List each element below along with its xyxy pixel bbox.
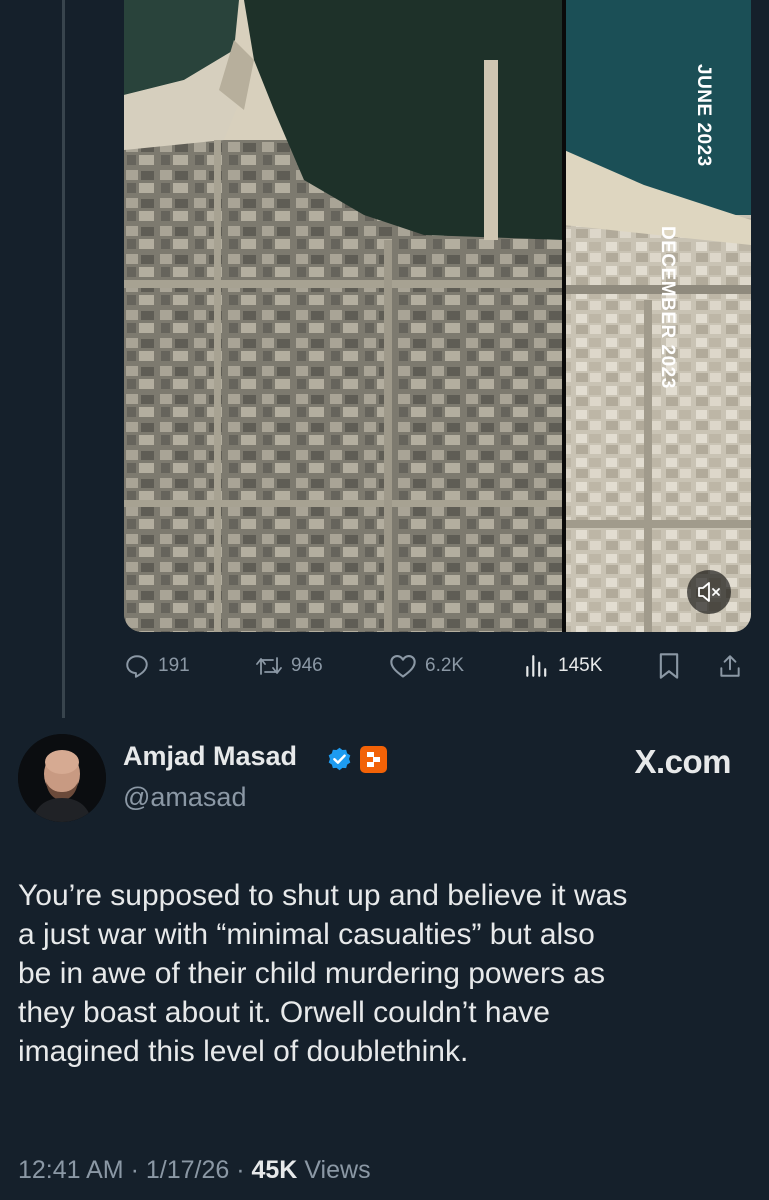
tweet-text-line: You’re supposed to shut up and believe i… [18, 879, 628, 912]
heart-icon [390, 655, 416, 678]
tweet-time[interactable]: 12:41 AM [18, 1156, 124, 1184]
tweet-views-count: 45K [251, 1156, 298, 1184]
label-june-2023: JUNE 2023 [693, 64, 714, 167]
views-count: 145K [558, 655, 603, 676]
replit-logo-icon [367, 752, 380, 767]
author-avatar[interactable] [18, 734, 106, 822]
reply-count: 191 [158, 655, 190, 676]
label-december-2023: DECEMBER 2023 [657, 226, 678, 389]
xcom-watermark: X.com [634, 743, 731, 780]
tweet-text: You’re supposed to shut up and believe i… [18, 876, 758, 1071]
analytics-icon [526, 655, 547, 677]
reply-icon [126, 655, 148, 678]
tweet-text-line: imagined this level of doublethink. [18, 1035, 469, 1068]
bookmark-icon [659, 653, 679, 679]
tweet-text-line: be in awe of their child murdering power… [18, 957, 605, 990]
like-button[interactable]: 6.2K [389, 648, 464, 684]
author-name[interactable]: Amjad Masad [123, 741, 297, 772]
verified-badge-icon [328, 747, 351, 771]
thread-connector-line [62, 0, 65, 718]
tweet-action-bar: 191 946 6.2K 145K [124, 648, 751, 684]
tweet-media-image[interactable]: JUNE 2023 DECEMBER 2023 [124, 0, 751, 632]
share-icon [720, 655, 740, 677]
repost-icon [256, 657, 282, 675]
speaker-muted-icon [698, 582, 720, 602]
tweet-text-line: a just war with “minimal casualties” but… [18, 918, 595, 951]
repost-count: 946 [291, 655, 323, 676]
tweet-date[interactable]: 1/17/26 [146, 1156, 229, 1184]
bookmark-button[interactable] [657, 648, 681, 684]
repost-button[interactable]: 946 [255, 648, 323, 684]
avatar-portrait [18, 734, 106, 822]
reply-button[interactable]: 191 [124, 648, 190, 684]
mute-button[interactable] [687, 570, 731, 614]
share-button[interactable] [717, 648, 743, 684]
author-handle[interactable]: @amasad [123, 782, 246, 813]
tweet-metadata: 12:41 AM · 1/17/26 · 45K Views [18, 1156, 371, 1184]
affiliation-badge[interactable] [360, 746, 387, 773]
views-button[interactable]: 145K [522, 648, 602, 684]
like-count: 6.2K [425, 655, 465, 676]
tweet-views-label: Views [304, 1156, 371, 1184]
tweet-text-line: they boast about it. Orwell couldn’t hav… [18, 996, 550, 1029]
